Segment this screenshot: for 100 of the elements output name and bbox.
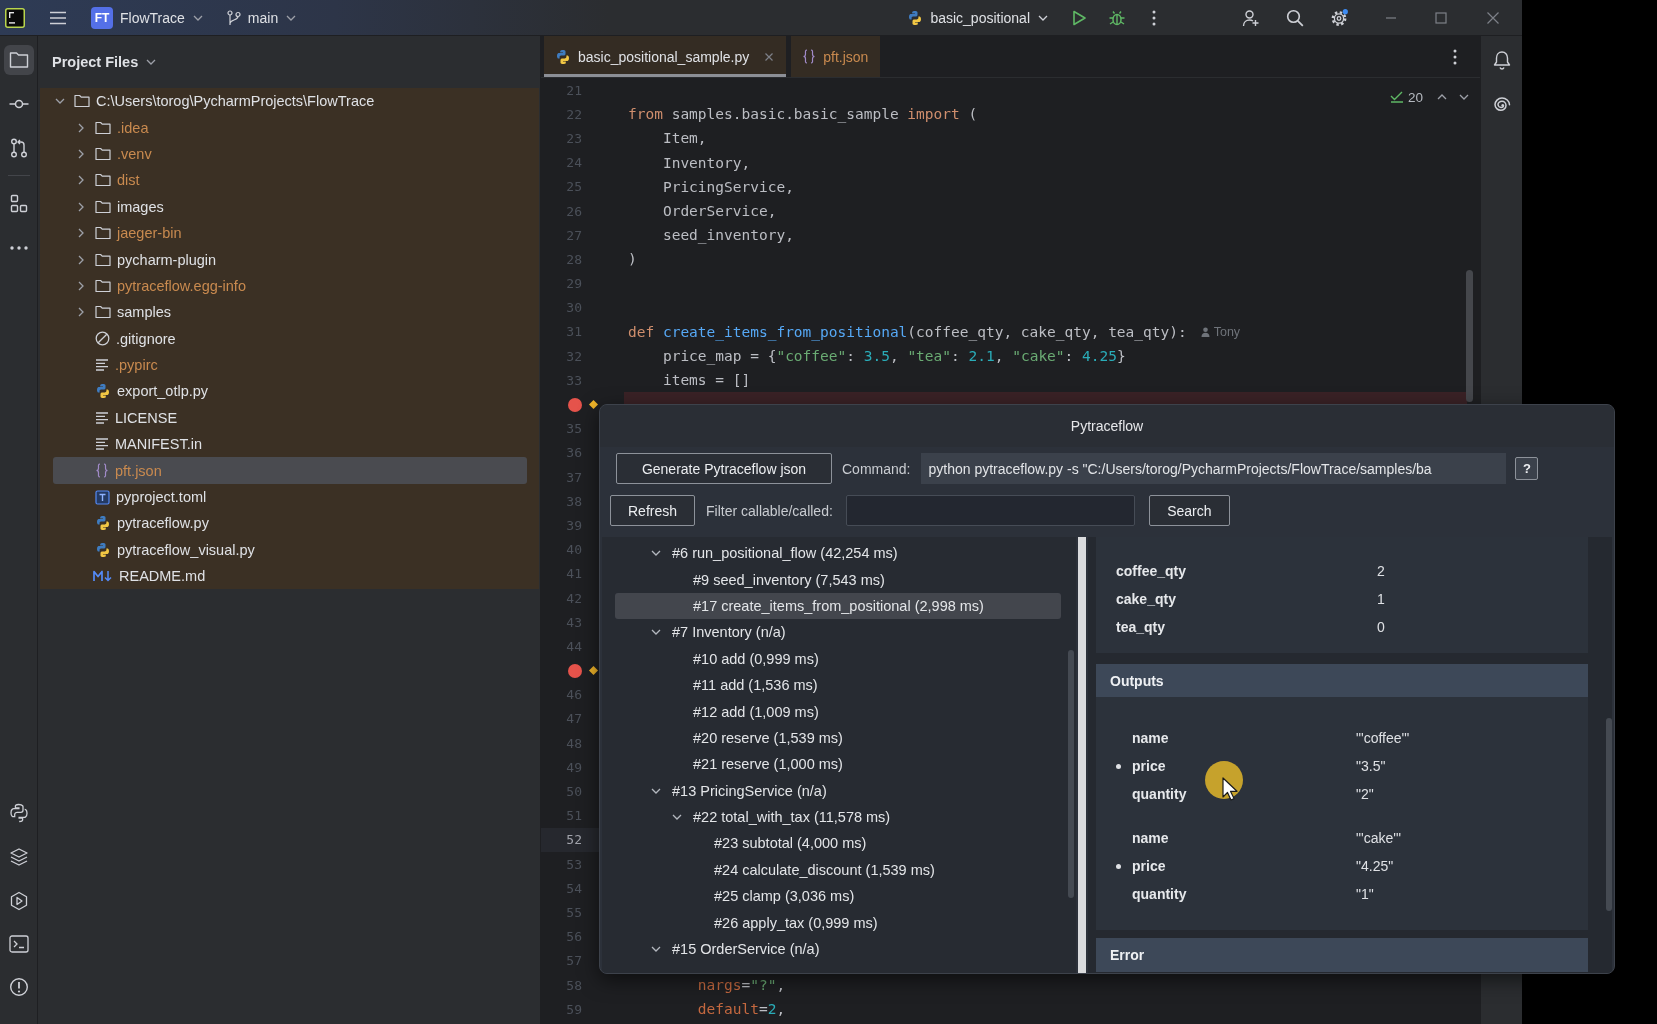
tree-item[interactable]: pytraceflow.py	[53, 510, 527, 537]
scrollbar[interactable]	[1466, 270, 1473, 402]
more-horizontal-icon[interactable]	[8, 245, 29, 251]
services-icon[interactable]	[8, 891, 29, 911]
python-icon	[95, 515, 111, 532]
tree-item[interactable]: samples	[53, 299, 527, 326]
bug-icon[interactable]	[1108, 8, 1126, 27]
chevron-right-icon[interactable]	[76, 122, 86, 133]
tree-item[interactable]: #7 Inventory (n/a)	[615, 619, 1061, 646]
tree-item[interactable]: #26 apply_tax (0,999 ms)	[615, 909, 1061, 936]
menu-icon[interactable]	[49, 10, 67, 25]
tree-item[interactable]: README.md	[53, 563, 527, 590]
folder-icon	[8, 51, 29, 69]
tree-item[interactable]: .venv	[53, 140, 527, 168]
code-line: Inventory,	[661, 154, 751, 171]
tree-item[interactable]: .pypirc	[53, 351, 527, 379]
tree-item[interactable]: images	[53, 193, 527, 220]
chevron-right-icon[interactable]	[76, 254, 86, 265]
tree-item[interactable]: export_otlp.py	[53, 378, 527, 405]
tree-item[interactable]: #15 OrderService (n/a)	[615, 935, 1061, 963]
scrollbar[interactable]	[1606, 718, 1612, 911]
bell-icon[interactable]	[1492, 50, 1511, 70]
chevron-right-icon[interactable]	[76, 148, 86, 159]
code-line: seed_inventory,	[661, 227, 794, 244]
tree-item[interactable]: #21 reserve (1,000 ms)	[615, 751, 1061, 778]
settings-icon[interactable]	[1330, 8, 1348, 27]
spiral-icon[interactable]	[1491, 96, 1512, 114]
chevron-down-icon	[286, 14, 297, 21]
editor-tab[interactable]: basic_positional_sample.py	[544, 36, 787, 77]
tree-item[interactable]: #23 subtotal (4,000 ms)	[615, 830, 1061, 857]
tree-item[interactable]: dist	[53, 167, 527, 194]
tree-item[interactable]: #11 add (1,536 ms)	[615, 671, 1061, 699]
tree-item[interactable]: pycharm-plugin	[53, 246, 527, 273]
search-button[interactable]: Search	[1148, 495, 1230, 526]
chevron-right-icon[interactable]	[76, 201, 86, 212]
tree-item[interactable]: #12 add (1,009 ms)	[615, 698, 1061, 725]
editor-tab[interactable]: pft.json	[791, 36, 881, 77]
chevron-up-icon[interactable]	[1437, 94, 1447, 100]
tree-item[interactable]: .idea	[53, 114, 527, 141]
tree-item[interactable]: pytraceflow_visual.py	[53, 536, 527, 564]
chevron-right-icon[interactable]	[76, 307, 86, 318]
tree-item[interactable]: .gitignore	[53, 325, 527, 352]
problems-icon[interactable]	[8, 977, 29, 997]
search-icon[interactable]	[1286, 8, 1304, 27]
tree-item[interactable]: pytraceflow.egg-info	[53, 272, 527, 300]
tree-item[interactable]: MANIFEST.in	[53, 431, 527, 458]
layers-icon[interactable]	[8, 847, 29, 867]
command-field[interactable]: python pytraceflow.py -s "C:/Users/torog/PycharmProjects/FlowTrace/samples/ba	[921, 453, 1507, 484]
tree-item[interactable]: #24 calculate_discount (1,539 ms)	[615, 856, 1061, 884]
chevron-right-icon[interactable]	[76, 175, 86, 186]
folder-icon	[95, 252, 111, 267]
filter-field[interactable]	[845, 495, 1135, 526]
chevron-down-icon[interactable]	[1459, 94, 1469, 100]
refresh-button[interactable]: Refresh	[610, 495, 695, 526]
code-line: from samples.basic.basic_sample import (	[628, 106, 978, 123]
tree-item[interactable]: #25 clamp (3,036 ms)	[615, 883, 1061, 910]
run-configuration-selector[interactable]: basic_positional	[907, 3, 1048, 32]
tree-item[interactable]: jaeger-bin	[53, 219, 527, 247]
check-icon	[1389, 91, 1404, 103]
tree-item[interactable]: LICENSE	[53, 404, 527, 432]
chevron-right-icon[interactable]	[76, 228, 86, 239]
tree-item[interactable]: #13 PricingService (n/a)	[615, 777, 1061, 804]
splitter-handle[interactable]	[1078, 537, 1086, 973]
tree-item[interactable]: #17 create_items_from_positional (2,998 ms)	[615, 592, 1061, 620]
tree-item[interactable]: #9 seed_inventory (7,543 ms)	[615, 566, 1061, 593]
section-header[interactable]: Error	[1096, 938, 1588, 972]
field-value: "1"	[1356, 886, 1374, 902]
breakpoint-icon[interactable]	[568, 663, 582, 678]
line-number: 52	[566, 832, 582, 848]
generate-button[interactable]: Generate Pytraceflow json	[616, 453, 832, 484]
scrollbar[interactable]	[1068, 650, 1074, 898]
branch-icon	[226, 9, 241, 26]
close-icon[interactable]	[764, 51, 775, 62]
add-person-icon[interactable]	[1242, 8, 1260, 27]
chevron-right-icon[interactable]	[76, 280, 86, 291]
project-switcher[interactable]: FT FlowTrace	[86, 3, 208, 32]
python-console-icon[interactable]	[8, 803, 29, 823]
code-line: Item,	[661, 130, 707, 147]
panel-title-dropdown[interactable]: Project Files	[48, 50, 161, 74]
breakpoint-icon[interactable]	[568, 397, 582, 412]
parameter-name: cake_qty	[1116, 591, 1177, 607]
python-icon	[95, 383, 111, 400]
tree-item[interactable]: #10 add (0,999 ms)	[615, 645, 1061, 672]
project-avatar: FT	[91, 6, 113, 29]
tree-item[interactable]: #6 run_positional_flow (42,254 ms)	[615, 540, 1061, 567]
tree-item[interactable]: #20 reserve (1,539 ms)	[615, 724, 1061, 752]
inspection-widget[interactable]: 20	[1387, 89, 1425, 105]
help-button[interactable]: ?	[1515, 457, 1539, 480]
field-name: quantity	[1132, 786, 1188, 802]
branch-switcher[interactable]: main	[221, 3, 302, 32]
tool-window-button[interactable]	[3, 45, 34, 75]
filter-label: Filter callable/called:	[706, 502, 833, 519]
tree-item[interactable]: #22 total_with_tax (11,578 ms)	[615, 803, 1061, 831]
section-header[interactable]: Outputs	[1096, 664, 1588, 697]
tree-item[interactable]: pyproject.toml	[53, 483, 527, 511]
tree-item[interactable]: C:\Users\torog\PycharmProjects\FlowTrace	[53, 88, 527, 115]
folder-icon	[95, 173, 111, 188]
run-icon[interactable]	[1070, 8, 1088, 27]
app-logo-icon[interactable]	[5, 7, 25, 28]
terminal-icon[interactable]	[8, 935, 29, 953]
